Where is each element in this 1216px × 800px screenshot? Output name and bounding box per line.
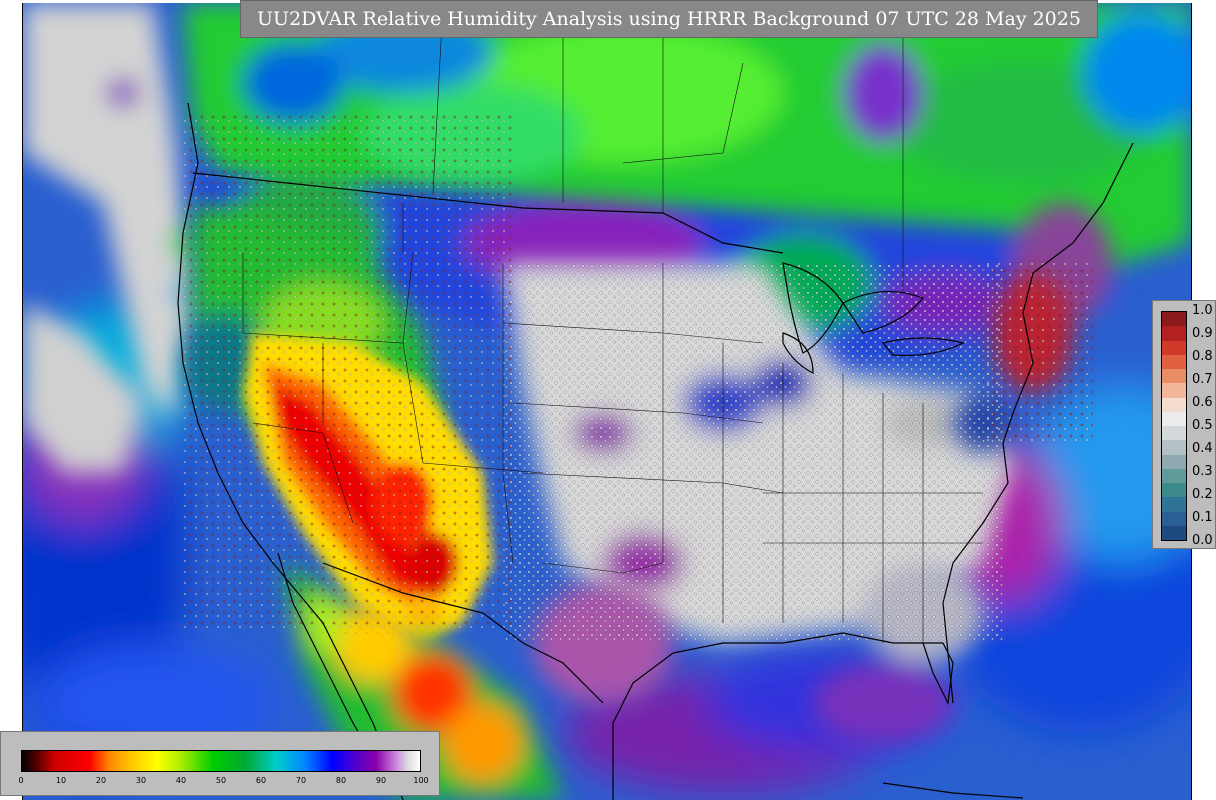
legend-swatch xyxy=(1162,326,1186,341)
legend-tick-label: 0.3 xyxy=(1192,464,1213,479)
legend-tick-label: 0.5 xyxy=(1192,418,1213,433)
legend-tick-label: 30 xyxy=(135,776,147,785)
legend-swatch xyxy=(1162,426,1186,441)
legend-swatch xyxy=(1162,483,1186,498)
legend-gradient-bar xyxy=(21,750,421,772)
legend-tick-label: 1.0 xyxy=(1192,303,1213,318)
legend-swatch xyxy=(1162,454,1186,469)
legend-tick-label: 0 xyxy=(18,776,24,785)
legend-color-bar xyxy=(1161,311,1187,541)
legend-tick-label: 0.9 xyxy=(1192,326,1213,341)
legend-tick-label: 60 xyxy=(255,776,267,785)
legend-swatch xyxy=(1162,340,1186,355)
legend-tick-label: 10 xyxy=(55,776,67,785)
legend-swatch xyxy=(1162,369,1186,384)
legend-tick-label: 0.6 xyxy=(1192,395,1213,410)
legend-tick-label: 0.1 xyxy=(1192,510,1213,525)
legend-swatch xyxy=(1162,411,1186,426)
legend-tick-label: 0.8 xyxy=(1192,349,1213,364)
legend-swatch xyxy=(1162,312,1186,327)
map-title: UU2DVAR Relative Humidity Analysis using… xyxy=(240,0,1098,38)
legend-tick-label: 80 xyxy=(335,776,347,785)
legend-tick-label: 100 xyxy=(413,776,429,785)
rh-percent-legend: 0 10 20 30 40 50 60 70 80 90 100 xyxy=(0,731,440,796)
legend-swatch xyxy=(1162,383,1186,398)
legend-tick-label: 40 xyxy=(175,776,187,785)
legend-tick-label: 0.0 xyxy=(1192,533,1213,548)
legend-swatch xyxy=(1162,511,1186,526)
legend-swatch xyxy=(1162,354,1186,369)
legend-swatch xyxy=(1162,468,1186,483)
legend-tick-label: 20 xyxy=(95,776,107,785)
humidity-field xyxy=(23,3,1191,800)
legend-tick-label: 0.2 xyxy=(1192,487,1213,502)
legend-swatch xyxy=(1162,525,1186,540)
legend-swatch xyxy=(1162,440,1186,455)
legend-swatch xyxy=(1162,397,1186,412)
legend-tick-label: 90 xyxy=(375,776,387,785)
legend-tick-label: 0.4 xyxy=(1192,441,1213,456)
legend-tick-label: 70 xyxy=(295,776,307,785)
rh-fraction-legend: 1.0 0.9 0.8 0.7 0.6 0.5 0.4 0.3 0.2 0.1 0.0 xyxy=(1152,300,1216,549)
legend-tick-label: 0.7 xyxy=(1192,372,1213,387)
legend-swatch xyxy=(1162,497,1186,512)
rh-analysis-map xyxy=(22,3,1192,800)
legend-tick-label: 50 xyxy=(215,776,227,785)
